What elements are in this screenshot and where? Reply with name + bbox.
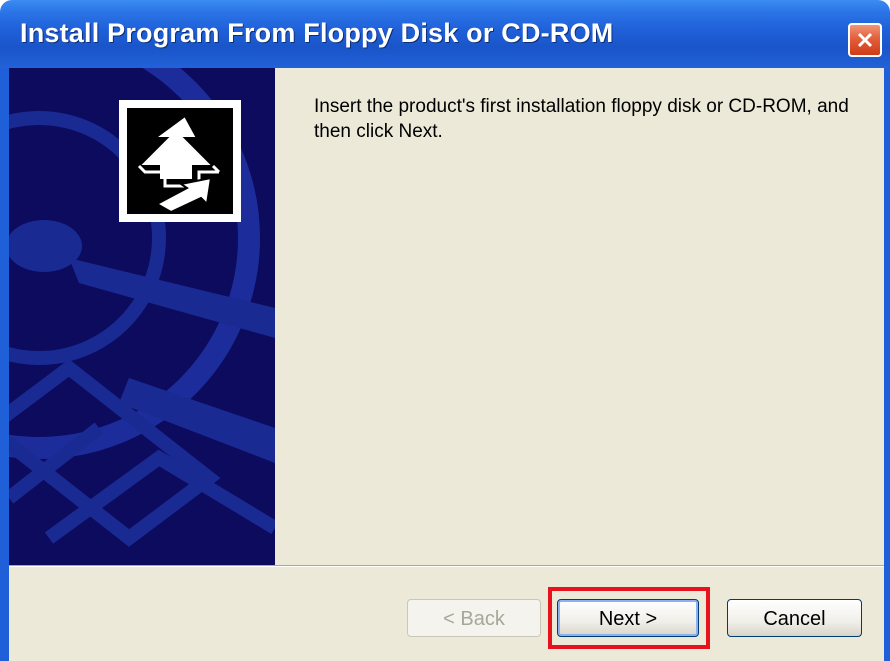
window-frame-left: [0, 68, 9, 661]
install-program-dialog: Install Program From Floppy Disk or CD-R…: [0, 0, 890, 661]
close-icon: [857, 32, 873, 48]
install-icon-background: [127, 108, 233, 214]
instruction-text: Insert the product's first installation …: [314, 96, 849, 142]
window-title: Install Program From Floppy Disk or CD-R…: [20, 18, 614, 48]
wizard-banner: [9, 68, 275, 565]
close-button[interactable]: [848, 23, 882, 57]
install-arrow-icon: [136, 114, 221, 214]
install-icon-frame: [119, 100, 241, 222]
back-button[interactable]: < Back: [407, 599, 541, 637]
dialog-content: Insert the product's first installation …: [9, 68, 884, 661]
cancel-button[interactable]: Cancel: [727, 599, 862, 637]
next-button[interactable]: Next >: [557, 599, 699, 637]
button-area-divider-highlight: [9, 566, 884, 567]
title-bar[interactable]: Install Program From Floppy Disk or CD-R…: [0, 0, 890, 68]
window-frame-right: [884, 68, 890, 661]
